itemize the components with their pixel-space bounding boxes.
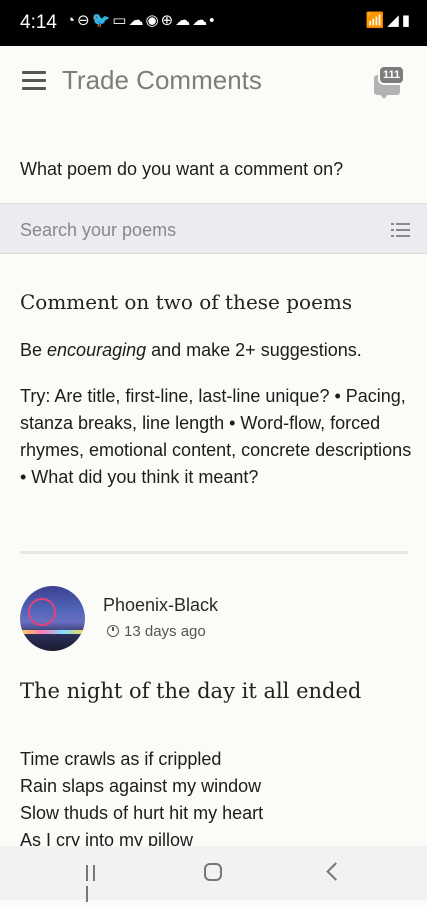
avatar-image-lights xyxy=(20,630,85,634)
back-icon[interactable] xyxy=(326,862,345,881)
notification-icons: ◔⊖🐦▭☁◉⊕☁☁• xyxy=(66,12,217,29)
menu-icon[interactable] xyxy=(22,71,46,93)
system-status-icons: 📶◢▮ xyxy=(365,12,413,29)
page-title: Trade Comments xyxy=(62,65,262,95)
avatar-image-wheel xyxy=(28,598,56,626)
status-time: 4:14 xyxy=(20,12,57,33)
instructions-prefix: Be xyxy=(20,340,48,360)
system-nav-bar xyxy=(0,846,427,902)
poem-line: Rain slaps against my window xyxy=(20,776,262,796)
instructions-suffix: and make 2+ suggestions. xyxy=(146,340,362,360)
instructions-tips: Try: Are title, first-line, last-line un… xyxy=(20,386,412,487)
home-icon[interactable] xyxy=(204,863,222,881)
comments-count-badge: 111 xyxy=(378,65,406,85)
search-input[interactable] xyxy=(18,216,382,244)
status-bar: 4:14 ◔⊖🐦▭☁◉⊕☁☁• 📶◢▮ xyxy=(0,0,427,46)
comments-button[interactable]: 111 xyxy=(372,65,412,99)
instructions-emphasis: encouraging xyxy=(47,340,147,360)
divider xyxy=(20,551,408,554)
poem-line: Time crawls as if crippled xyxy=(20,749,222,769)
list-icon[interactable] xyxy=(391,223,410,237)
post-time: 13 days ago xyxy=(107,623,206,640)
clock-icon xyxy=(107,625,119,637)
app-bar: Trade Comments 111 xyxy=(0,46,427,118)
avatar[interactable] xyxy=(20,586,85,651)
post-author[interactable]: Phoenix-Black xyxy=(103,595,218,616)
instructions-line: Be encouraging and make 2+ suggestions. xyxy=(20,340,362,361)
instructions-title: Comment on two of these poems xyxy=(20,290,353,314)
search-bar xyxy=(0,203,427,254)
poem-body: Time crawls as if crippled Rain slaps ag… xyxy=(20,746,263,854)
poem-line: Slow thuds of hurt hit my heart xyxy=(20,803,264,823)
poem-question: What poem do you want a comment on? xyxy=(20,159,344,179)
post-time-text: 13 days ago xyxy=(124,623,206,640)
comments-icon-tail xyxy=(378,92,390,99)
poem-title[interactable]: The night of the day it all ended xyxy=(20,679,361,703)
recents-icon[interactable] xyxy=(86,865,104,902)
